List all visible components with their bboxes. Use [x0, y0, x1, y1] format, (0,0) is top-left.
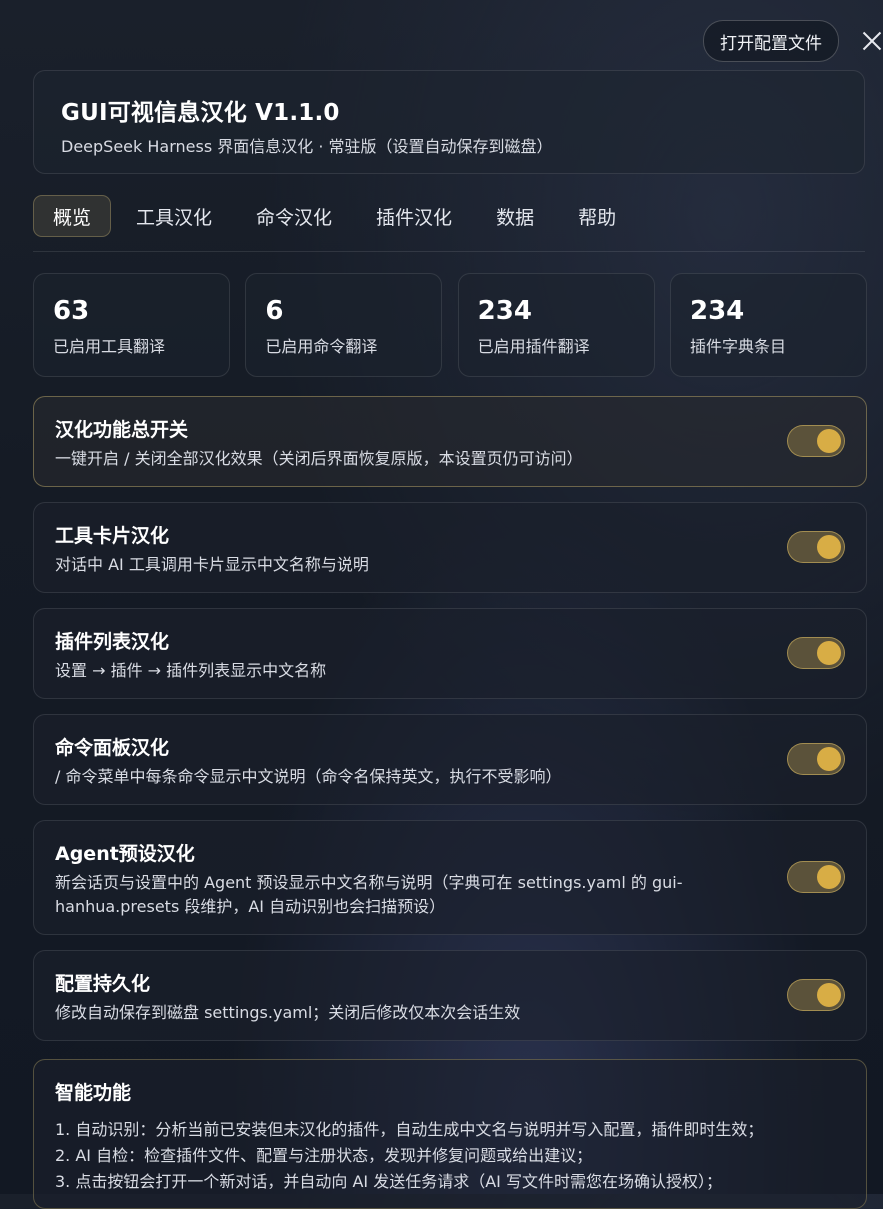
setting-tool-cards: 工具卡片汉化 对话中 AI 工具调用卡片显示中文名称与说明 — [33, 502, 867, 593]
list-item: 3. 点击按钮会打开一个新对话，并自动向 AI 发送任务请求（AI 写文件时需您… — [55, 1172, 722, 1191]
setting-title: Agent预设汉化 — [55, 843, 195, 865]
header-card: GUI可视信息汉化 V1.1.0 DeepSeek Harness 界面信息汉化… — [33, 70, 865, 174]
stat-card-commands: 6 已启用命令翻译 — [245, 273, 443, 377]
page-title: GUI可视信息汉化 V1.1.0 — [61, 100, 340, 126]
agent-presets-toggle[interactable] — [787, 861, 845, 893]
toggle-knob — [817, 747, 841, 771]
stat-label: 插件字典条目 — [689, 337, 786, 356]
setting-agent-presets: Agent预设汉化 新会话页与设置中的 Agent 预设显示中文名称与说明（字典… — [33, 820, 867, 935]
smart-features-title: 智能功能 — [55, 1082, 132, 1104]
setting-plugin-list: 插件列表汉化 设置 → 插件 → 插件列表显示中文名称 — [33, 608, 867, 699]
toggle-knob — [817, 865, 841, 889]
setting-master-switch: 汉化功能总开关 一键开启 / 关闭全部汉化效果（关闭后界面恢复原版，本设置页仍可… — [33, 396, 867, 487]
stats-row: 63 已启用工具翻译 6 已启用命令翻译 234 已启用插件翻译 234 插件字… — [33, 273, 867, 377]
tab-overview[interactable]: 概览 — [33, 195, 112, 237]
smart-features-list: 1. 自动识别：分析当前已安装但未汉化的插件，自动生成中文名与说明并写入配置，插… — [55, 1117, 845, 1195]
setting-description: 修改自动保存到磁盘 settings.yaml；关闭后修改仅本次会话生效 — [55, 1003, 521, 1022]
open-config-button[interactable]: 打开配置文件 — [703, 20, 839, 62]
setting-description: 对话中 AI 工具调用卡片显示中文名称与说明 — [55, 555, 369, 574]
tab-help[interactable]: 帮助 — [559, 195, 635, 237]
stat-value: 63 — [53, 296, 90, 326]
list-item: 2. AI 自检：检查插件文件、配置与注册状态，发现并修复问题或给出建议； — [55, 1146, 593, 1165]
stat-label: 已启用命令翻译 — [265, 337, 378, 356]
setting-title: 汉化功能总开关 — [55, 419, 189, 441]
tool-cards-toggle[interactable] — [787, 531, 845, 563]
stat-card-tools: 63 已启用工具翻译 — [33, 273, 230, 377]
stat-label: 已启用工具翻译 — [53, 337, 166, 356]
setting-title: 插件列表汉化 — [55, 631, 170, 653]
setting-title: 配置持久化 — [55, 973, 151, 995]
setting-description: 一键开启 / 关闭全部汉化效果（关闭后界面恢复原版，本设置页仍可访问） — [55, 449, 583, 468]
setting-command-panel: 命令面板汉化 / 命令菜单中每条命令显示中文说明（命令名保持英文，执行不受影响） — [33, 714, 867, 805]
stat-value: 234 — [477, 296, 532, 326]
toggle-knob — [817, 983, 841, 1007]
top-bar: 打开配置文件 — [703, 20, 883, 62]
persistence-toggle[interactable] — [787, 979, 845, 1011]
tab-data[interactable]: 数据 — [477, 195, 553, 237]
stat-card-plugins: 234 已启用插件翻译 — [457, 273, 655, 377]
setting-description: / 命令菜单中每条命令显示中文说明（命令名保持英文，执行不受影响） — [55, 767, 562, 786]
list-item: 1. 自动识别：分析当前已安装但未汉化的插件，自动生成中文名与说明并写入配置，插… — [55, 1120, 764, 1139]
stat-value: 6 — [265, 296, 284, 326]
master-toggle[interactable] — [787, 425, 845, 457]
tab-tools[interactable]: 工具汉化 — [117, 195, 231, 237]
tab-bar: 概览 工具汉化 命令汉化 插件汉化 数据 帮助 — [33, 195, 865, 252]
stat-label: 已启用插件翻译 — [477, 337, 590, 356]
setting-title: 命令面板汉化 — [55, 737, 170, 759]
setting-description: 新会话页与设置中的 Agent 预设显示中文名称与说明（字典可在 setting… — [55, 873, 683, 916]
smart-features-card: 智能功能 1. 自动识别：分析当前已安装但未汉化的插件，自动生成中文名与说明并写… — [33, 1059, 867, 1209]
toggle-knob — [817, 535, 841, 559]
toggle-knob — [817, 429, 841, 453]
setting-description: 设置 → 插件 → 插件列表显示中文名称 — [55, 661, 327, 680]
setting-persistence: 配置持久化 修改自动保存到磁盘 settings.yaml；关闭后修改仅本次会话… — [33, 950, 867, 1041]
setting-title: 工具卡片汉化 — [55, 525, 170, 547]
stat-value: 234 — [689, 296, 745, 326]
plugin-list-toggle[interactable] — [787, 637, 845, 669]
command-panel-toggle[interactable] — [787, 743, 845, 775]
toggle-knob — [817, 641, 841, 665]
tab-plugins[interactable]: 插件汉化 — [357, 195, 471, 237]
page-subtitle: DeepSeek Harness 界面信息汉化 · 常驻版（设置自动保存到磁盘） — [61, 137, 553, 156]
tab-commands[interactable]: 命令汉化 — [237, 195, 351, 237]
close-icon[interactable] — [861, 31, 881, 51]
stat-card-dictionary: 234 插件字典条目 — [669, 273, 867, 377]
